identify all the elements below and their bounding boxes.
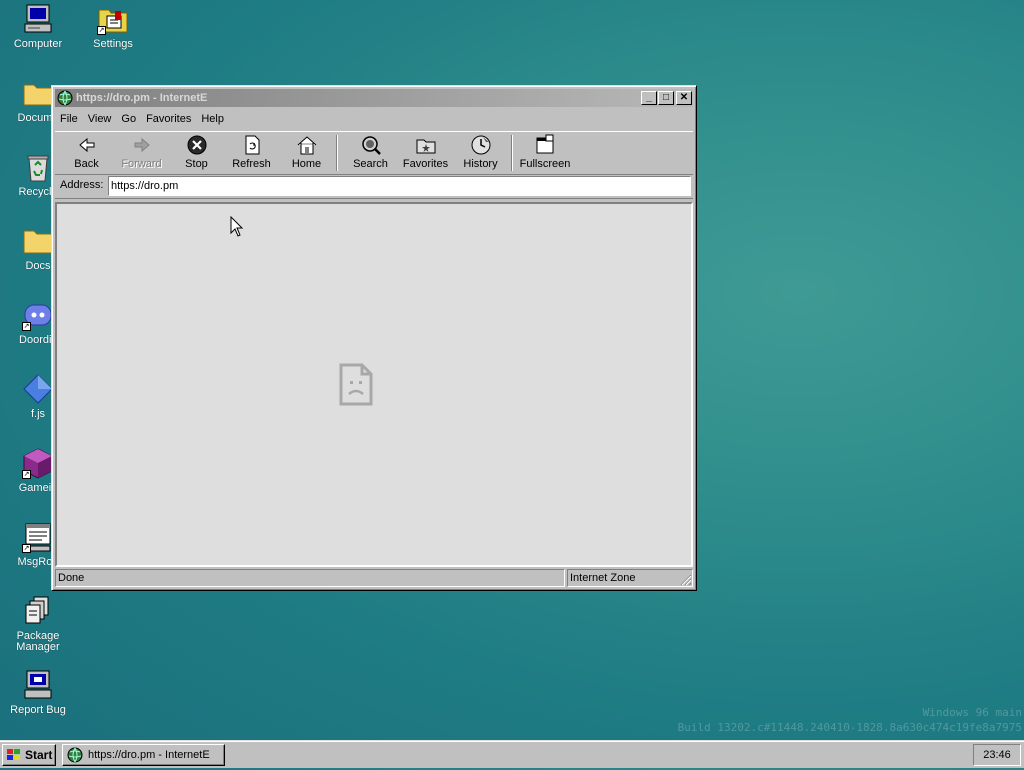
desktop-icon-label: Package Manager xyxy=(16,630,60,653)
forward-arrow-icon xyxy=(131,134,153,156)
folder-icon xyxy=(22,77,54,109)
build-watermark-line2: Build 13202.c#11448.240410-1828.8a630c47… xyxy=(677,721,1022,734)
window-titlebar[interactable]: https://dro.pm - InternetE _ □ ✕ xyxy=(55,89,693,107)
folder-icon xyxy=(22,225,54,257)
favorites-button[interactable]: Favorites xyxy=(398,134,453,170)
browser-window: https://dro.pm - InternetE _ □ ✕ File Vie… xyxy=(51,85,697,591)
home-button[interactable]: Home xyxy=(279,134,334,170)
desktop-icon-settings[interactable]: ↗ Settings xyxy=(75,3,151,50)
start-logo-icon xyxy=(6,748,22,762)
address-bar: Address: xyxy=(55,174,693,199)
favorites-label: Favorites xyxy=(402,158,449,170)
close-button[interactable]: ✕ xyxy=(676,91,692,105)
back-button[interactable]: Back xyxy=(59,134,114,170)
toolbar-separator xyxy=(336,135,338,171)
report-bug-icon xyxy=(22,669,54,701)
taskbar: Start https://dro.pm - InternetE 23:46 xyxy=(0,740,1024,768)
minimize-button[interactable]: _ xyxy=(641,91,657,105)
status-zone: Internet Zone xyxy=(567,569,693,587)
forward-label: Forward xyxy=(121,158,162,170)
refresh-button[interactable]: Refresh xyxy=(224,134,279,170)
sad-page-icon xyxy=(338,363,374,407)
menu-file[interactable]: File xyxy=(55,110,83,129)
computer-icon xyxy=(22,3,54,35)
build-watermark-line1: Windows 96 main xyxy=(922,706,1022,719)
menu-view[interactable]: View xyxy=(83,110,117,129)
fullscreen-button[interactable]: Fullscreen xyxy=(515,134,575,170)
system-clock[interactable]: 23:46 xyxy=(973,744,1021,766)
history-icon xyxy=(470,134,492,156)
toolbar: Back Forward Stop Refresh Home Search Fa… xyxy=(55,131,693,175)
settings-icon: ↗ xyxy=(97,3,129,35)
history-button[interactable]: History xyxy=(453,134,508,170)
discord-icon: ↗ xyxy=(22,299,54,331)
fullscreen-icon xyxy=(534,134,556,156)
shortcut-arrow-icon: ↗ xyxy=(97,26,106,35)
refresh-icon xyxy=(241,134,263,156)
desktop-icon-label: Settings xyxy=(93,38,133,50)
stop-icon xyxy=(186,134,208,156)
mouse-cursor-icon xyxy=(230,215,244,238)
page-content[interactable] xyxy=(55,202,693,567)
shortcut-arrow-icon: ↗ xyxy=(22,470,31,479)
window-title: https://dro.pm - InternetE xyxy=(76,92,208,104)
shortcut-arrow-icon: ↗ xyxy=(22,322,31,331)
recycle-bin-icon xyxy=(22,151,54,183)
menu-favorites[interactable]: Favorites xyxy=(141,110,196,129)
desktop-icon-package-manager[interactable]: Package Manager xyxy=(0,595,76,653)
home-icon xyxy=(296,134,318,156)
desktop-icon-computer[interactable]: Computer xyxy=(0,3,76,50)
maximize-button[interactable]: □ xyxy=(658,91,674,105)
taskbar-item-browser[interactable]: https://dro.pm - InternetE xyxy=(62,744,225,766)
status-text: Done xyxy=(55,569,565,587)
favorites-icon xyxy=(415,134,437,156)
address-label: Address: xyxy=(60,179,104,191)
message-room-icon: ↗ xyxy=(22,521,54,553)
globe-icon xyxy=(57,90,73,106)
home-label: Home xyxy=(291,158,322,170)
menu-help[interactable]: Help xyxy=(196,110,229,129)
diamond-icon xyxy=(22,373,54,405)
toolbar-separator xyxy=(511,135,513,171)
desktop-icon-label: Computer xyxy=(13,38,63,50)
fullscreen-label: Fullscreen xyxy=(519,158,571,170)
search-label: Search xyxy=(353,158,388,170)
shortcut-arrow-icon: ↗ xyxy=(22,544,31,553)
menu-go[interactable]: Go xyxy=(116,110,141,129)
status-bar: Done Internet Zone xyxy=(55,569,693,587)
globe-icon xyxy=(67,747,83,763)
back-arrow-icon xyxy=(76,134,98,156)
cube-icon: ↗ xyxy=(22,447,54,479)
forward-button[interactable]: Forward xyxy=(114,134,169,170)
stop-label: Stop xyxy=(185,158,208,170)
back-label: Back xyxy=(74,158,99,170)
package-icon xyxy=(22,595,54,627)
desktop-icon-report-bug[interactable]: Report Bug xyxy=(0,669,76,716)
search-icon xyxy=(360,134,382,156)
start-label: Start xyxy=(25,748,53,762)
taskbar-item-label: https://dro.pm - InternetE xyxy=(88,749,210,761)
address-input[interactable] xyxy=(108,176,691,196)
start-button[interactable]: Start xyxy=(2,744,56,766)
desktop-icon-label: Report Bug xyxy=(10,704,66,716)
resize-grip-icon[interactable] xyxy=(680,574,692,586)
search-button[interactable]: Search xyxy=(343,134,398,170)
stop-button[interactable]: Stop xyxy=(169,134,224,170)
history-label: History xyxy=(463,158,498,170)
refresh-label: Refresh xyxy=(232,158,271,170)
menu-bar: File View Go Favorites Help xyxy=(55,110,693,129)
